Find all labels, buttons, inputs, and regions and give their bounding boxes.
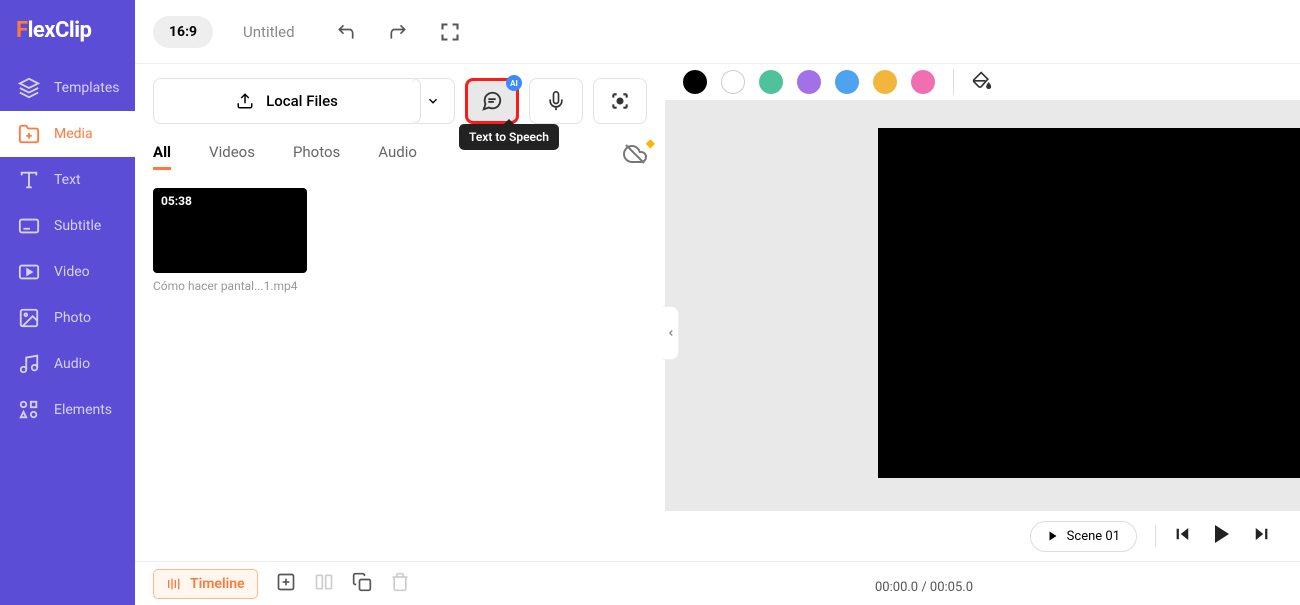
- topbar: 16:9 Untitled: [135, 0, 1300, 64]
- duplicate-button[interactable]: [352, 572, 372, 596]
- sidebar-item-label: Media: [54, 126, 93, 142]
- sidebar-item-label: Audio: [54, 356, 90, 372]
- paint-bucket-icon: [972, 70, 992, 90]
- timeline-button[interactable]: Timeline: [153, 569, 258, 599]
- sidebar-item-text[interactable]: Text: [0, 157, 135, 203]
- upload-local-files-button[interactable]: Local Files: [153, 78, 421, 124]
- media-thumbnail[interactable]: 05:38: [153, 188, 307, 273]
- timeline-icon: [166, 576, 182, 592]
- sidebar-item-photo[interactable]: Photo: [0, 295, 135, 341]
- media-filename: Cómo hacer pantal...1.mp4: [153, 279, 307, 293]
- undo-button[interactable]: [335, 21, 357, 43]
- next-button[interactable]: [1252, 525, 1270, 547]
- cloud-sync-button[interactable]: ◆: [623, 142, 647, 170]
- speech-icon: [481, 90, 503, 112]
- music-icon: [18, 353, 40, 375]
- preview-panel: Scene 01: [665, 64, 1300, 561]
- collapse-panel-button[interactable]: [663, 306, 679, 360]
- media-tabs: All Videos Photos Audio: [153, 143, 417, 170]
- sidebar-item-label: Templates: [54, 80, 120, 96]
- scene-selector-button[interactable]: Scene 01: [1030, 521, 1137, 552]
- chevron-left-icon: [666, 328, 676, 338]
- tab-all[interactable]: All: [153, 143, 171, 170]
- fill-tool-button[interactable]: [972, 70, 992, 94]
- redo-button[interactable]: [387, 21, 409, 43]
- delete-button[interactable]: [390, 572, 410, 596]
- sidebar-item-elements[interactable]: Elements: [0, 387, 135, 433]
- color-swatch-blue[interactable]: [835, 70, 859, 94]
- record-screen-button[interactable]: [593, 78, 647, 124]
- video-icon: [18, 261, 40, 283]
- tab-videos[interactable]: Videos: [209, 143, 255, 170]
- image-icon: [18, 307, 40, 329]
- plus-square-icon: [276, 572, 296, 592]
- time-display: 00:00.0 / 00:05.0: [875, 580, 973, 595]
- subtitle-icon: [18, 215, 40, 237]
- sidebar: FlexClip Templates Media Text Subtitle V…: [0, 0, 135, 605]
- sidebar-item-label: Elements: [54, 402, 112, 418]
- tooltip: Text to Speech: [459, 124, 559, 150]
- bottom-bar: Timeline: [135, 561, 1300, 605]
- prev-button[interactable]: [1174, 525, 1192, 547]
- color-swatch-white[interactable]: [721, 70, 745, 94]
- cloud-off-icon: [623, 142, 647, 166]
- upload-label: Local Files: [266, 92, 338, 110]
- project-title[interactable]: Untitled: [243, 23, 295, 41]
- sidebar-item-video[interactable]: Video: [0, 249, 135, 295]
- color-swatch-green[interactable]: [759, 70, 783, 94]
- skip-forward-icon: [1252, 525, 1270, 543]
- upload-icon: [236, 92, 254, 110]
- split-button[interactable]: [314, 572, 334, 596]
- sidebar-item-label: Video: [54, 264, 90, 280]
- chevron-down-icon: [426, 94, 440, 108]
- aspect-ratio-button[interactable]: 16:9: [153, 16, 213, 48]
- tab-audio[interactable]: Audio: [378, 143, 417, 170]
- video-canvas[interactable]: [878, 128, 1300, 478]
- divider: [953, 69, 954, 95]
- sidebar-item-label: Photo: [54, 310, 91, 326]
- text-icon: [18, 169, 40, 191]
- sidebar-item-media[interactable]: Media: [0, 111, 135, 157]
- add-scene-button[interactable]: [276, 572, 296, 596]
- media-item[interactable]: 05:38 Cómo hacer pantal...1.mp4: [153, 188, 307, 293]
- timeline-label: Timeline: [190, 576, 245, 592]
- media-panel: Local Files AI: [135, 64, 665, 561]
- record-icon: [610, 91, 630, 111]
- color-swatch-pink[interactable]: [911, 70, 935, 94]
- folder-plus-icon: [18, 123, 40, 145]
- sidebar-item-label: Subtitle: [54, 218, 101, 234]
- sidebar-item-label: Text: [54, 172, 81, 188]
- media-duration: 05:38: [161, 194, 192, 208]
- canvas-area: [665, 100, 1300, 511]
- upload-dropdown-button[interactable]: [411, 78, 455, 124]
- sidebar-item-templates[interactable]: Templates: [0, 65, 135, 111]
- trash-icon: [390, 572, 410, 592]
- tab-photos[interactable]: Photos: [293, 143, 340, 170]
- color-swatch-purple[interactable]: [797, 70, 821, 94]
- ai-badge: AI: [506, 75, 522, 91]
- logo: FlexClip: [0, 0, 135, 65]
- play-icon: [1047, 530, 1059, 542]
- color-swatch-yellow[interactable]: [873, 70, 897, 94]
- play-icon: [1210, 522, 1234, 546]
- mic-icon: [546, 91, 566, 111]
- divider: [1155, 525, 1156, 547]
- skip-back-icon: [1174, 525, 1192, 543]
- sidebar-item-subtitle[interactable]: Subtitle: [0, 203, 135, 249]
- media-grid: 05:38 Cómo hacer pantal...1.mp4: [153, 188, 647, 561]
- split-icon: [314, 572, 334, 592]
- color-swatch-black[interactable]: [683, 70, 707, 94]
- scene-label: Scene 01: [1067, 529, 1120, 544]
- sidebar-item-audio[interactable]: Audio: [0, 341, 135, 387]
- preview-controls: Scene 01: [665, 511, 1300, 561]
- color-palette: [665, 64, 1300, 100]
- play-button[interactable]: [1210, 522, 1234, 550]
- text-to-speech-button[interactable]: AI: [465, 78, 519, 124]
- record-audio-button[interactable]: [529, 78, 583, 124]
- shapes-icon: [18, 399, 40, 421]
- layers-icon: [18, 77, 40, 99]
- fullscreen-button[interactable]: [439, 21, 461, 43]
- copy-icon: [352, 572, 372, 592]
- wifi-icon: ◆: [646, 136, 655, 150]
